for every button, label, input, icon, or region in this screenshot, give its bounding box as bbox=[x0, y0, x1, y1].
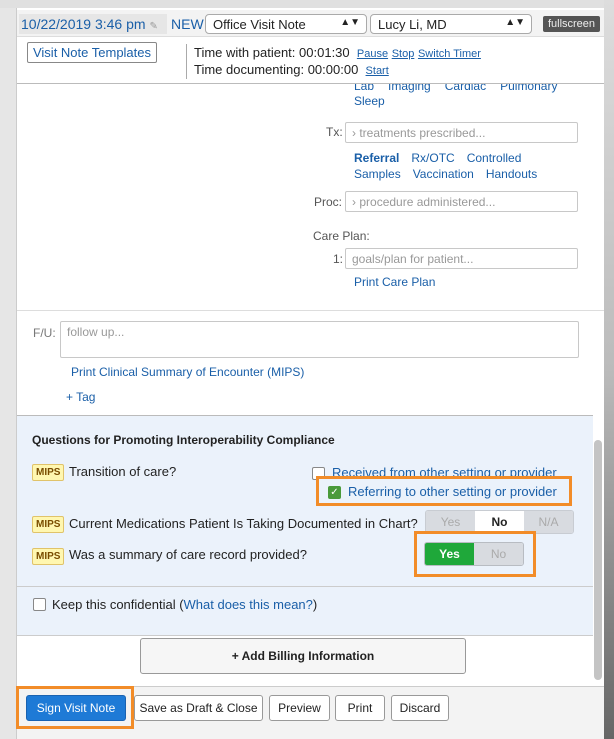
what-does-this-mean-link[interactable]: What does this mean? bbox=[184, 597, 313, 612]
pencil-icon: ✎ bbox=[149, 21, 158, 32]
top-bar bbox=[0, 0, 614, 8]
visit-note-templates-button[interactable]: Visit Note Templates bbox=[27, 42, 157, 63]
samples-link[interactable]: Samples bbox=[354, 166, 401, 182]
time-with-patient: Time with patient: 00:01:30 Pause Stop S… bbox=[194, 45, 481, 60]
time-documenting: Time documenting: 00:00:00 Start bbox=[194, 62, 389, 77]
handouts-link[interactable]: Handouts bbox=[486, 166, 537, 182]
divider bbox=[17, 635, 593, 636]
controlled-link[interactable]: Controlled bbox=[467, 150, 522, 166]
provider-select[interactable]: Lucy Li, MD ▲▼ bbox=[370, 14, 532, 34]
label: Keep this confidential ( bbox=[52, 597, 184, 612]
mips-badge: MIPS bbox=[32, 464, 65, 481]
summary-yes-option-selected[interactable]: Yes bbox=[425, 543, 474, 565]
print-clinical-summary-link[interactable]: Print Clinical Summary of Encounter (MIP… bbox=[71, 365, 304, 379]
datetime-text: 10/22/2019 3:46 pm bbox=[21, 16, 146, 32]
divider bbox=[17, 83, 604, 84]
background-photo bbox=[604, 0, 614, 739]
divider bbox=[17, 586, 593, 587]
label: Time documenting: bbox=[194, 62, 305, 77]
medications-no-option-selected[interactable]: No bbox=[475, 511, 524, 533]
confidential-checkbox[interactable] bbox=[33, 598, 46, 611]
summary-segmented-control: Yes No bbox=[424, 542, 524, 566]
select-arrows-icon: ▲▼ bbox=[505, 17, 525, 28]
mips-badge: MIPS bbox=[32, 548, 65, 565]
tx-links: Referral Rx/OTC Controlled Samples Vaccinat… bbox=[354, 150, 537, 182]
placeholder: treatments prescribed... bbox=[359, 126, 486, 140]
value: 00:01:30 bbox=[299, 45, 350, 60]
mips-badge: MIPS bbox=[32, 516, 65, 533]
placeholder: follow up... bbox=[67, 325, 125, 339]
tx-input[interactable]: › treatments prescribed... bbox=[345, 122, 578, 143]
discard-button[interactable]: Discard bbox=[391, 695, 449, 721]
add-billing-information-button[interactable]: + Add Billing Information bbox=[140, 638, 466, 674]
select-arrows-icon: ▲▼ bbox=[340, 17, 360, 28]
preview-button[interactable]: Preview bbox=[269, 695, 330, 721]
proc-input[interactable]: › procedure administered... bbox=[345, 191, 578, 212]
status-new: NEW bbox=[171, 16, 204, 32]
print-button[interactable]: Print bbox=[335, 695, 385, 721]
visit-datetime[interactable]: 10/22/2019 3:46 pm ✎ bbox=[19, 14, 167, 34]
confidential-label: Keep this confidential (What does this m… bbox=[52, 597, 317, 612]
vaccination-link[interactable]: Vaccination bbox=[413, 166, 474, 182]
rx-otc-link[interactable]: Rx/OTC bbox=[411, 150, 454, 166]
medications-na-option[interactable]: N/A bbox=[524, 511, 573, 533]
fu-label: F/U: bbox=[33, 326, 56, 340]
checkmark-icon: ✓ bbox=[330, 487, 339, 498]
referring-checkbox-checked[interactable]: ✓ bbox=[328, 486, 341, 499]
placeholder: procedure administered... bbox=[359, 195, 496, 209]
care-plan-label: Care Plan: bbox=[313, 229, 370, 243]
label: Time with patient: bbox=[194, 45, 296, 60]
medications-yes-option[interactable]: Yes bbox=[426, 511, 475, 533]
scrollbar-thumb[interactable] bbox=[594, 440, 602, 680]
transition-of-care-question: Transition of care? bbox=[69, 464, 177, 479]
referring-option-label[interactable]: Referring to other setting or provider bbox=[348, 484, 557, 499]
summary-of-care-question: Was a summary of care record provided? bbox=[69, 547, 307, 562]
value: 00:00:00 bbox=[307, 62, 359, 77]
print-care-plan-link[interactable]: Print Care Plan bbox=[354, 275, 435, 289]
placeholder: goals/plan for patient... bbox=[352, 252, 474, 266]
fullscreen-button[interactable]: fullscreen bbox=[543, 16, 600, 32]
divider bbox=[17, 310, 604, 311]
section-title: Questions for Promoting Interoperability… bbox=[32, 433, 335, 447]
save-draft-close-button[interactable]: Save as Draft & Close bbox=[134, 695, 263, 721]
current-medications-question: Current Medications Patient Is Taking Do… bbox=[69, 516, 418, 531]
sign-visit-note-button[interactable]: Sign Visit Note bbox=[26, 695, 126, 721]
care-plan-number: 1: bbox=[333, 252, 344, 266]
note-type-value: Office Visit Note bbox=[213, 17, 306, 32]
note-type-select[interactable]: Office Visit Note ▲▼ bbox=[205, 14, 367, 34]
pause-link[interactable]: Pause bbox=[357, 48, 388, 60]
switch-timer-link[interactable]: Switch Timer bbox=[418, 48, 481, 60]
timer-divider bbox=[186, 44, 187, 79]
referral-link[interactable]: Referral bbox=[354, 150, 399, 166]
proc-label: Proc: bbox=[314, 195, 343, 209]
start-link[interactable]: Start bbox=[366, 65, 389, 77]
add-tag-link[interactable]: + Tag bbox=[66, 390, 95, 404]
sleep-link[interactable]: Sleep bbox=[354, 94, 385, 108]
provider-value: Lucy Li, MD bbox=[378, 17, 447, 32]
care-plan-input[interactable]: goals/plan for patient... bbox=[345, 248, 578, 269]
summary-no-option[interactable]: No bbox=[474, 543, 523, 565]
follow-up-input[interactable]: follow up... bbox=[60, 321, 579, 358]
paren: ) bbox=[312, 597, 318, 612]
stop-link[interactable]: Stop bbox=[392, 48, 415, 60]
tx-label: Tx: bbox=[326, 125, 343, 139]
